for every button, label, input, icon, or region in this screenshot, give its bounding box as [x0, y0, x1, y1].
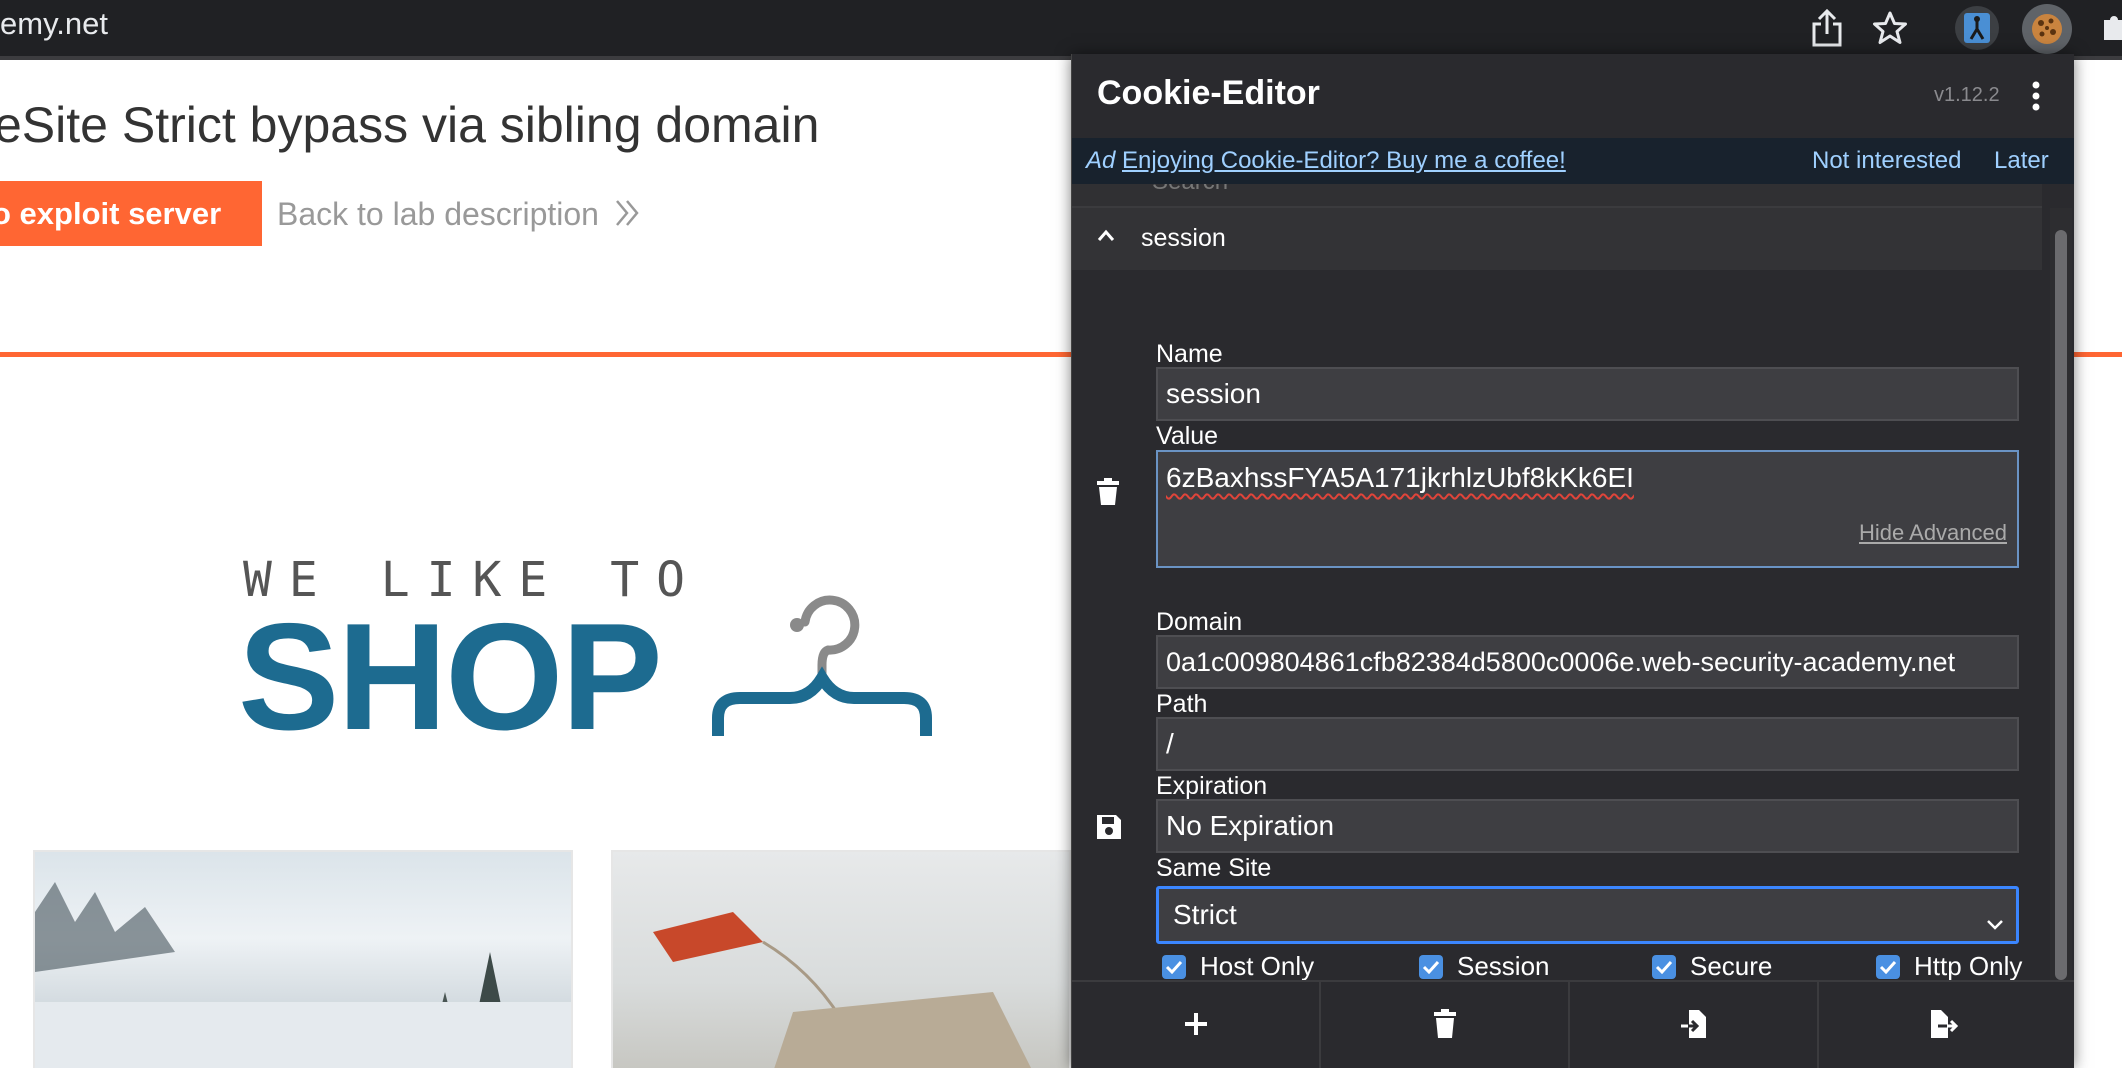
- value-field[interactable]: 6zBaxhssFYA5A171jkrhlzUbf8kKk6EI: [1156, 450, 2019, 568]
- http-only-checkbox[interactable]: Http Only: [1876, 951, 2022, 982]
- http-only-label: Http Only: [1914, 951, 2023, 981]
- delete-cookie-icon[interactable]: [1096, 478, 1120, 511]
- checkmark-icon[interactable]: [1876, 954, 1900, 979]
- name-field[interactable]: session: [1156, 367, 2019, 421]
- page-title: eSite Strict bypass via sibling domain: [0, 97, 820, 153]
- same-site-select[interactable]: Strict: [1156, 886, 2019, 944]
- domain-field[interactable]: 0a1c009804861cfb82384d5800c0006e.web-sec…: [1156, 635, 2019, 689]
- cookie-editor-popup: Cookie-Editor v1.12.2 Ad Enjoying Cookie…: [1071, 54, 2074, 1068]
- search-placeholder: Search: [1152, 184, 1228, 196]
- extensions-puzzle-icon[interactable]: [2090, 4, 2122, 52]
- export-icon: [1929, 1009, 1959, 1044]
- secure-checkbox[interactable]: Secure: [1652, 951, 1772, 982]
- burp-extension-icon[interactable]: [1955, 6, 1999, 50]
- checkmark-icon[interactable]: [1162, 954, 1186, 979]
- expiration-label: Expiration: [1156, 772, 1268, 800]
- logo-wordmark: SHOP: [238, 592, 663, 762]
- hanger-logo-icon: [710, 560, 950, 745]
- buy-coffee-link[interactable]: Enjoying Cookie-Editor? Buy me a coffee!: [1122, 147, 1566, 175]
- same-site-value: Strict: [1173, 899, 1237, 930]
- expiration-field[interactable]: No Expiration: [1156, 799, 2019, 853]
- export-button[interactable]: [1819, 982, 2068, 1068]
- host-only-label: Host Only: [1200, 951, 1315, 981]
- bookmark-star-icon[interactable]: [1866, 4, 1914, 52]
- double-chevron-right-icon: [612, 193, 642, 238]
- ad-later-button[interactable]: Later: [1994, 147, 2049, 175]
- cookie-entry-header[interactable]: session: [1072, 208, 2042, 270]
- cookie-editor-extension-icon[interactable]: [2022, 4, 2072, 54]
- secure-label: Secure: [1690, 951, 1773, 981]
- popup-footer-toolbar: [1072, 980, 2074, 1068]
- back-to-lab-description-link[interactable]: Back to lab description: [277, 196, 599, 233]
- ad-banner: Ad Enjoying Cookie-Editor? Buy me a coff…: [1072, 138, 2074, 184]
- more-options-icon[interactable]: [2030, 80, 2042, 117]
- import-icon: [1679, 1009, 1709, 1044]
- exploit-button-label: o exploit server: [0, 195, 222, 231]
- path-label: Path: [1156, 690, 1208, 718]
- same-site-label: Same Site: [1156, 854, 1272, 882]
- import-button[interactable]: [1570, 982, 1819, 1068]
- scrollbar-thumb[interactable]: [2055, 230, 2067, 980]
- path-field[interactable]: /: [1156, 717, 2019, 771]
- cookie-details-form: Name session Value 6zBaxhssFYA5A171jkrhl…: [1072, 270, 2042, 981]
- domain-label: Domain: [1156, 608, 1243, 636]
- session-label: Session: [1457, 951, 1550, 981]
- add-icon: [1183, 1011, 1209, 1042]
- value-label: Value: [1156, 422, 1219, 450]
- delete-all-icon: [1433, 1008, 1457, 1044]
- go-to-exploit-server-button[interactable]: o exploit server: [0, 181, 262, 246]
- save-cookie-icon[interactable]: [1096, 814, 1122, 845]
- checkmark-icon[interactable]: [1652, 954, 1676, 979]
- hide-advanced-link[interactable]: Hide Advanced: [1859, 520, 2007, 546]
- popup-header: Cookie-Editor v1.12.2: [1072, 54, 2074, 138]
- share-icon[interactable]: [1803, 4, 1851, 52]
- ad-label: Ad: [1086, 147, 1116, 174]
- add-cookie-button[interactable]: [1072, 982, 1321, 1068]
- chevron-up-icon[interactable]: [1096, 226, 1116, 251]
- value-text: 6zBaxhssFYA5A171jkrhlzUbf8kKk6EI: [1166, 462, 1634, 493]
- host-only-checkbox[interactable]: Host Only: [1162, 951, 1314, 982]
- version-label: v1.12.2: [1934, 84, 2000, 106]
- name-label: Name: [1156, 340, 1223, 368]
- browser-toolbar: emy.net: [0, 0, 2122, 60]
- product-image-winter-trees[interactable]: [33, 850, 573, 1068]
- chevron-down-icon: [1986, 907, 2004, 939]
- delete-all-button[interactable]: [1321, 982, 1570, 1068]
- cookie-entry-name: session: [1141, 224, 1226, 252]
- checkmark-icon[interactable]: [1419, 954, 1443, 979]
- session-checkbox[interactable]: Session: [1419, 951, 1550, 982]
- address-bar-url[interactable]: emy.net: [0, 6, 108, 42]
- search-bar[interactable]: Search: [1072, 184, 2042, 208]
- ad-not-interested-button[interactable]: Not interested: [1812, 147, 1961, 175]
- product-image-tea-bag[interactable]: [611, 850, 1071, 1068]
- popup-title: Cookie-Editor: [1097, 74, 1320, 112]
